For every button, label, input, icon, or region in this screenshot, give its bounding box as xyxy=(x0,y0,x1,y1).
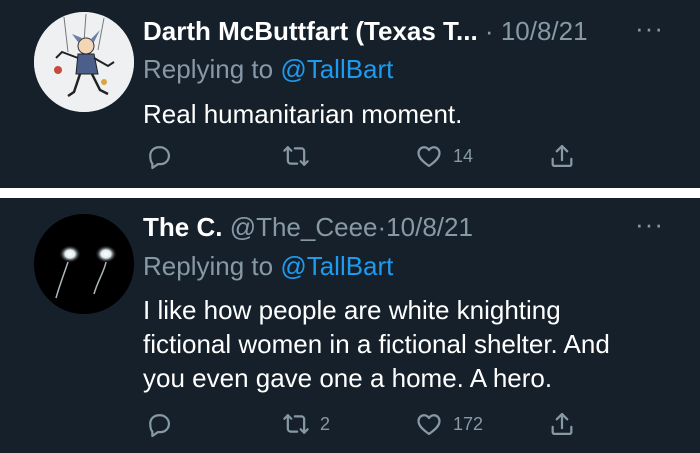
share-icon xyxy=(551,412,573,436)
tweet-actions: 2 172 xyxy=(0,410,700,442)
tweet-text-line: Real humanitarian moment. xyxy=(143,99,463,129)
tweet-text-line: I like how people are white knighting xyxy=(143,295,561,325)
tweet-date[interactable]: 10/8/21 xyxy=(501,16,588,46)
replying-to-handle[interactable]: @TallBart xyxy=(280,54,393,84)
tweet-text-line: fictional women in a fictional shelter. … xyxy=(143,329,610,359)
replying-to: Replying to @TallBart xyxy=(143,249,393,283)
display-name[interactable]: Darth McButtfart (Texas T... xyxy=(143,16,478,46)
tweet-text: Real humanitarian moment. xyxy=(143,97,683,131)
user-handle[interactable]: @The_Ceee xyxy=(230,212,378,242)
replying-prefix: Replying to xyxy=(143,251,274,281)
tweet[interactable]: Darth McButtfart (Texas T... · 10/8/21 ·… xyxy=(0,0,700,188)
tweet[interactable]: The C. @The_Ceee·10/8/21 ··· Replying to… xyxy=(0,198,700,453)
like-button[interactable]: 172 xyxy=(415,410,483,438)
tweet-actions: 14 xyxy=(0,142,700,174)
replying-prefix: Replying to xyxy=(143,54,274,84)
retweet-icon xyxy=(283,414,309,434)
retweet-icon xyxy=(283,146,309,166)
share-icon xyxy=(551,144,573,168)
like-button[interactable]: 14 xyxy=(415,142,473,170)
reply-button[interactable] xyxy=(145,142,173,170)
reply-button[interactable] xyxy=(145,410,173,438)
divider xyxy=(0,188,700,198)
cartoon-character-avatar-icon xyxy=(34,12,134,112)
like-count: 14 xyxy=(453,145,474,166)
avatar[interactable] xyxy=(34,214,134,314)
tweet-text: I like how people are white knighting fi… xyxy=(143,293,683,395)
reply-icon xyxy=(149,146,171,170)
share-button[interactable] xyxy=(548,410,576,438)
tweet-date[interactable]: 10/8/21 xyxy=(386,212,473,242)
more-icon[interactable]: ··· xyxy=(635,15,664,41)
more-icon[interactable]: ··· xyxy=(635,211,664,237)
like-icon xyxy=(417,414,441,436)
retweet-button[interactable] xyxy=(282,142,320,170)
share-button[interactable] xyxy=(548,142,576,170)
like-count: 172 xyxy=(453,413,484,434)
tweet-header: The C. @The_Ceee·10/8/21 xyxy=(143,210,473,244)
replying-to-handle[interactable]: @TallBart xyxy=(280,251,393,281)
separator: · xyxy=(484,16,494,46)
retweet-count: 2 xyxy=(320,413,331,434)
tweet-header: Darth McButtfart (Texas T... · 10/8/21 xyxy=(143,14,588,48)
avatar[interactable] xyxy=(34,12,134,112)
display-name[interactable]: The C. xyxy=(143,212,222,242)
like-icon xyxy=(417,146,441,168)
retweet-button[interactable]: 2 xyxy=(282,410,330,438)
reply-icon xyxy=(149,414,171,438)
separator: · xyxy=(377,212,387,242)
tweet-text-line: you even gave one a home. A hero. xyxy=(143,363,553,393)
glowing-eyes-avatar-icon xyxy=(34,214,134,314)
replying-to: Replying to @TallBart xyxy=(143,52,393,86)
